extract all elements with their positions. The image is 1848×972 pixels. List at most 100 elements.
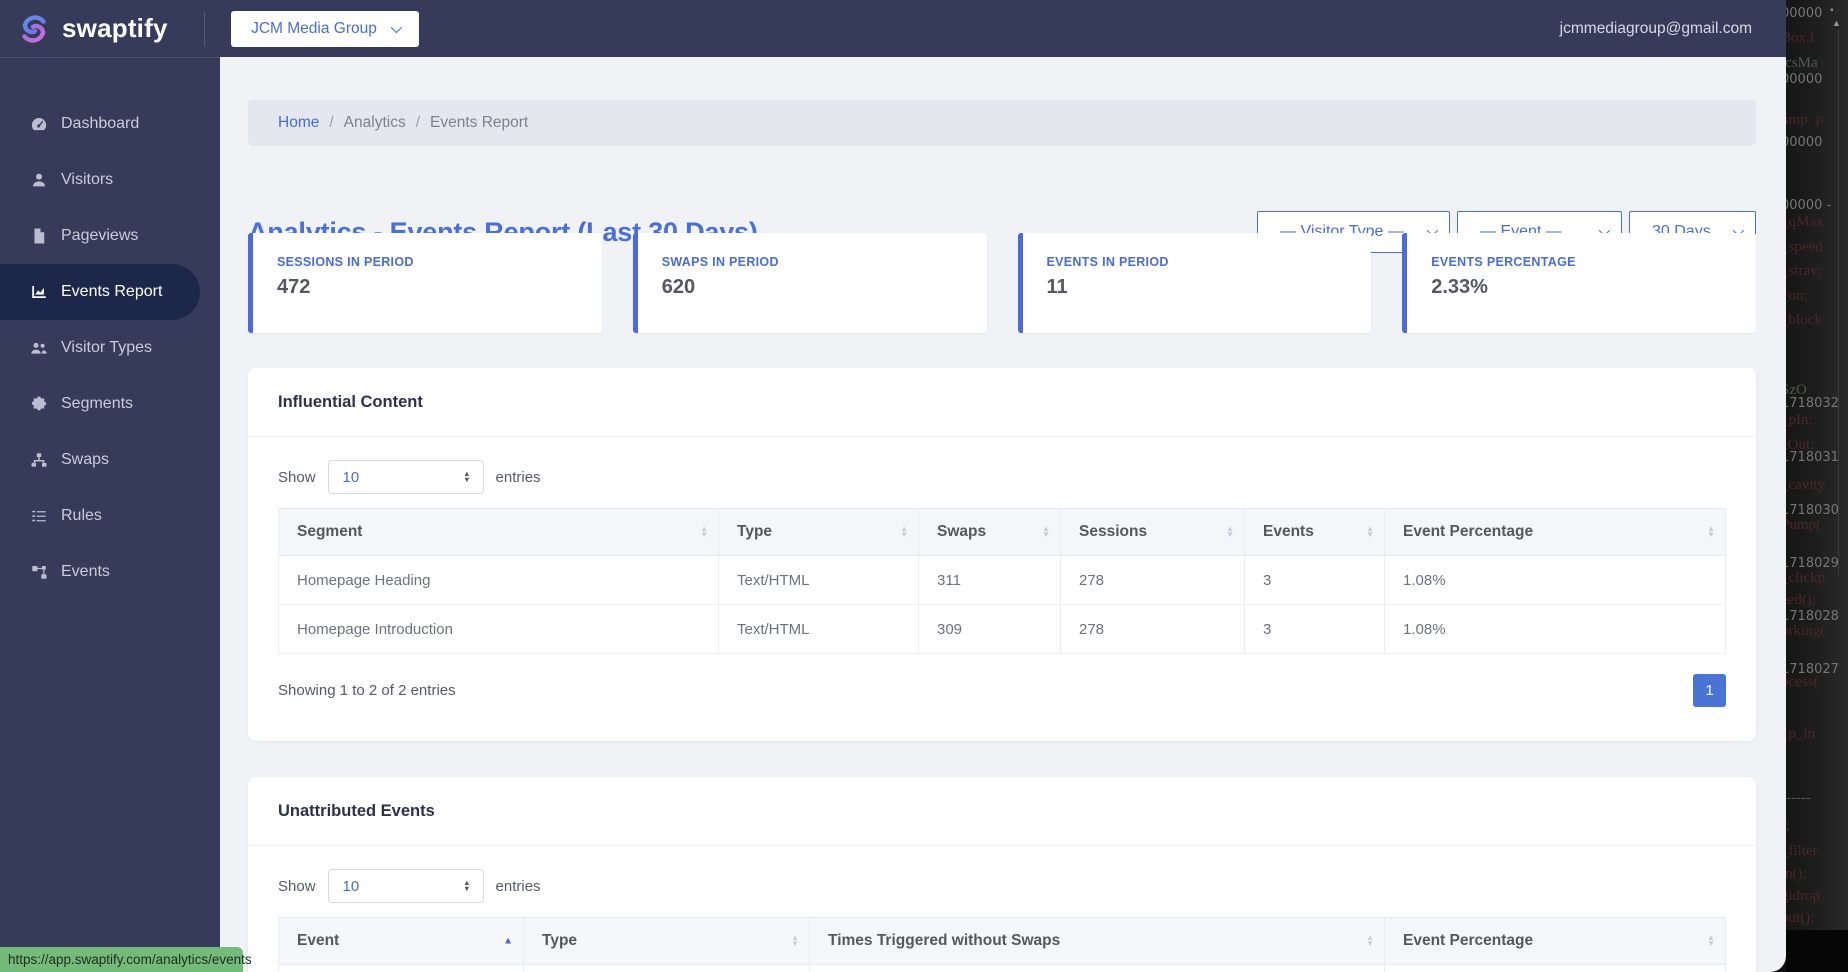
puzzle-icon bbox=[31, 396, 47, 411]
stat-value: 472 bbox=[277, 276, 311, 298]
breadcrumb-section: Analytics bbox=[343, 114, 406, 131]
gauge-icon bbox=[31, 118, 47, 131]
sidebar-item-swaps[interactable]: Swaps bbox=[0, 432, 220, 488]
column-header-event[interactable]: Event ▲ bbox=[278, 917, 524, 965]
editor-text-fragment: _pIn; bbox=[1786, 412, 1813, 428]
sort-icon: ▲ ▼ bbox=[1707, 524, 1715, 539]
section-title: Influential Content bbox=[278, 392, 423, 411]
column-header-type[interactable]: Type ▲ ▼ bbox=[718, 508, 919, 556]
select-arrows-icon: ▲ ▼ bbox=[463, 469, 471, 484]
editor-text-fragment: ); bbox=[1786, 818, 1791, 834]
sidebar-item-label: Visitors bbox=[61, 171, 114, 188]
stat-label: EVENTS PERCENTAGE bbox=[1431, 255, 1576, 269]
section-header: Unattributed Events bbox=[248, 777, 1756, 846]
editor-text-fragment: _cavity bbox=[1786, 477, 1826, 493]
column-header-event-percentage[interactable]: Event Percentage ▲ ▼ bbox=[1384, 508, 1726, 556]
stats-row: SESSIONS IN PERIOD 472 SWAPS IN PERIOD 6… bbox=[248, 233, 1756, 333]
editor-text-fragment: _clickp bbox=[1786, 570, 1826, 586]
column-label: Events bbox=[1263, 523, 1314, 540]
main-content: Home / Analytics / Events Report Analyti… bbox=[220, 57, 1786, 972]
editor-text-fragment: ocess( bbox=[1786, 674, 1819, 690]
sidebar-item-label: Events Report bbox=[61, 283, 163, 300]
entries-control-row: Show 10 ▲ ▼ entries bbox=[278, 869, 1726, 903]
sidebar-item-rules[interactable]: Rules bbox=[0, 488, 220, 544]
brand-logo[interactable]: swaptify bbox=[0, 11, 204, 47]
editor-text-fragment: 1718031 bbox=[1786, 450, 1839, 465]
editor-text-fragment: 00000 - bbox=[1786, 198, 1832, 213]
brand-name: swaptify bbox=[62, 13, 168, 43]
cell-times-triggered bbox=[809, 964, 1385, 972]
section-body: Show 10 ▲▼ entries Segment ▲▼ Type ▲▼ bbox=[248, 437, 1756, 707]
editor-text-fragment: out(); bbox=[1786, 910, 1815, 926]
sitemap-icon bbox=[31, 453, 47, 467]
sidebar-item-dashboard[interactable]: Dashboard bbox=[0, 96, 220, 152]
stat-value: 620 bbox=[661, 276, 696, 298]
stat-card-sessions: SESSIONS IN PERIOD 472 bbox=[248, 233, 602, 333]
sidebar-item-events-report[interactable]: Events Report bbox=[0, 264, 200, 320]
sort-icon: ▲ ▼ bbox=[791, 933, 799, 948]
show-label: Show bbox=[278, 877, 316, 895]
sidebar-item-label: Dashboard bbox=[61, 115, 140, 132]
entries-summary: Showing 1 to 2 of 2 entries bbox=[278, 682, 456, 699]
breadcrumb-home-link[interactable]: Home bbox=[278, 114, 319, 132]
section-body: Show 10 ▲ ▼ entries Event ▲ Type ▲ ▼ Tim… bbox=[248, 846, 1756, 972]
sort-icon: ▲ ▼ bbox=[1042, 524, 1050, 539]
page-size-select[interactable]: 10 ▲ ▼ bbox=[327, 460, 484, 494]
cell-events: 3 bbox=[1244, 604, 1385, 654]
file-icon bbox=[34, 228, 45, 244]
column-label: Event Percentage bbox=[1403, 932, 1534, 949]
swaptify-logo-icon bbox=[22, 14, 46, 43]
column-label: Event Percentage bbox=[1403, 523, 1534, 540]
editor-text-fragment: Pump( bbox=[1786, 517, 1822, 533]
cell-event-percentage: 1.08% bbox=[1384, 555, 1726, 605]
column-header-event-percentage[interactable]: Event Percentage ▲ ▼ bbox=[1384, 917, 1726, 965]
stat-value: 11 bbox=[1046, 276, 1068, 298]
table-header-row: Segment ▲ ▼ Type ▲ ▼ Swaps ▲ ▼ Sessions ▲ ▼ Even… bbox=[278, 508, 1726, 556]
cell-sessions: 278 bbox=[1060, 555, 1245, 605]
sidebar-item-visitors[interactable]: Visitors bbox=[0, 152, 220, 208]
column-header-times-triggered[interactable]: Times Triggered without Swaps ▲ ▼ bbox=[809, 917, 1385, 965]
editor-text-fragment: _on; bbox=[1786, 288, 1808, 304]
editor-text-fragment: Box.l bbox=[1786, 30, 1814, 46]
cell-events: 3 bbox=[1244, 555, 1385, 605]
column-header-sessions[interactable]: Sessions ▲ ▼ bbox=[1060, 508, 1245, 556]
select-arrows-icon: ▲ ▼ bbox=[463, 878, 471, 893]
page-size-value: 10 bbox=[342, 877, 360, 895]
pagination-page-1-button[interactable]: 1 bbox=[1693, 674, 1726, 707]
column-label: Times Triggered without Swaps bbox=[828, 932, 1061, 949]
editor-text-fragment: _strav; bbox=[1786, 263, 1822, 279]
sidebar-item-label: Events bbox=[61, 563, 110, 580]
sort-icon: ▲ ▼ bbox=[1707, 933, 1715, 948]
editor-scrollbar bbox=[1838, 30, 1839, 575]
cell-segment: Homepage Introduction bbox=[278, 604, 719, 654]
stat-card-swaps: SWAPS IN PERIOD 620 bbox=[632, 233, 987, 333]
stat-label: SESSIONS IN PERIOD bbox=[277, 255, 414, 269]
column-header-type[interactable]: Type ▲ ▼ bbox=[523, 917, 810, 965]
org-selector-dropdown[interactable]: JCM Media Group bbox=[231, 10, 419, 47]
page-size-select[interactable]: 10 ▲ ▼ bbox=[327, 869, 484, 903]
column-header-events[interactable]: Events ▲ ▼ bbox=[1244, 508, 1385, 556]
column-header-swaps[interactable]: Swaps ▲ ▼ bbox=[918, 508, 1061, 556]
entries-label: entries bbox=[495, 468, 541, 486]
list-check-icon bbox=[32, 510, 46, 522]
editor-text-fragment: gidrop bbox=[1786, 888, 1821, 904]
sidebar-item-pageviews[interactable]: Pageviews bbox=[0, 208, 220, 264]
editor-text-fragment: 00000 bbox=[1786, 72, 1823, 87]
stat-label: SWAPS IN PERIOD bbox=[661, 255, 779, 269]
sidebar-item-visitor-types[interactable]: Visitor Types bbox=[0, 320, 220, 376]
editor-text-fragment: in(); bbox=[1786, 866, 1807, 882]
cell-swaps: 309 bbox=[918, 604, 1061, 654]
sort-icon: ▲ ▼ bbox=[1226, 524, 1234, 539]
sidebar-item-segments[interactable]: Segments bbox=[0, 376, 220, 432]
sidebar-item-events[interactable]: Events bbox=[0, 544, 220, 600]
cell-event-percentage: 1.08% bbox=[1384, 604, 1726, 654]
sidebar-item-label: Visitor Types bbox=[61, 339, 153, 356]
editor-text-fragment: 1718028 bbox=[1786, 609, 1839, 624]
chevron-down-icon bbox=[390, 21, 402, 33]
section-header: Influential Content bbox=[248, 368, 1756, 437]
column-header-segment[interactable]: Segment ▲ ▼ bbox=[278, 508, 719, 556]
stat-card-events-percentage: EVENTS PERCENTAGE 2.33% bbox=[1402, 233, 1756, 333]
table-footer: Showing 1 to 2 of 2 entries 1 bbox=[278, 674, 1726, 707]
influential-content-table: Segment ▲ ▼ Type ▲ ▼ Swaps ▲ ▼ Sessions ▲ ▼ Even… bbox=[278, 508, 1726, 654]
page-size-value: 10 bbox=[342, 468, 360, 486]
